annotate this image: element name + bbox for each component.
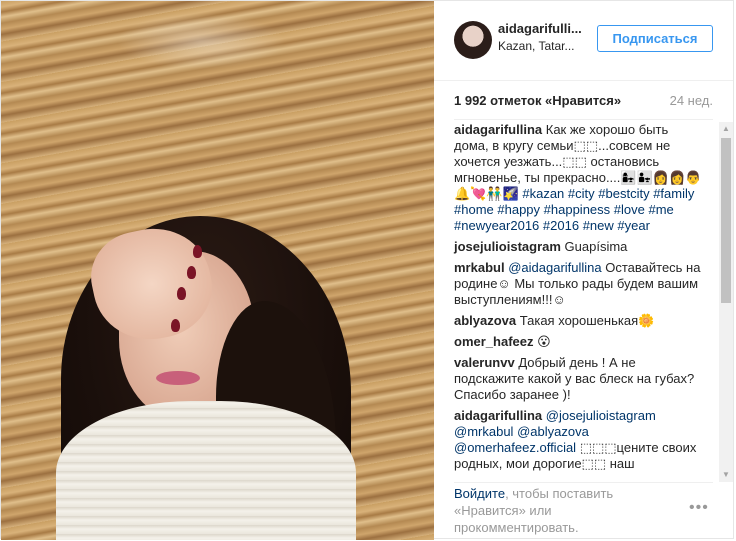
- comments-scrollbar[interactable]: ▲ ▼: [719, 122, 733, 482]
- post-photo[interactable]: [1, 1, 434, 540]
- mention-link[interactable]: @josejulioistagram: [546, 408, 656, 423]
- post-card: aidagarifulli... Kazan, Tatar... Подписа…: [0, 0, 734, 540]
- comment-username-link[interactable]: mrkabul: [454, 260, 505, 275]
- comment-username-link[interactable]: omer_hafeez: [454, 334, 533, 349]
- mention-link[interactable]: @mrkabul: [454, 424, 513, 439]
- hashtag-link[interactable]: #city: [568, 186, 595, 201]
- divider: [454, 119, 713, 120]
- comment-username-link[interactable]: valerunvv: [454, 355, 515, 370]
- comment-item: aidagarifullina Как же хорошо быть дома,…: [434, 122, 706, 234]
- hashtag-link[interactable]: #newyear2016: [454, 218, 539, 233]
- hashtag-link[interactable]: #love: [614, 202, 645, 217]
- post-time[interactable]: 24 нед.: [670, 93, 713, 108]
- follow-button[interactable]: Подписаться: [597, 25, 713, 52]
- comment-item: mrkabul @aidagarifullina Оставайтесь на …: [434, 260, 706, 308]
- comment-item: omer_hafeez 😮: [434, 334, 706, 350]
- likes-count[interactable]: 1 992 отметок «Нравится»: [454, 93, 621, 108]
- location-link[interactable]: Kazan, Tatar...: [498, 39, 575, 53]
- photo-nail: [171, 319, 180, 332]
- scroll-thumb[interactable]: [721, 138, 731, 303]
- hashtag-link[interactable]: #new: [583, 218, 614, 233]
- hashtag-link[interactable]: #year: [617, 218, 650, 233]
- login-link[interactable]: Войдите: [454, 486, 505, 501]
- comments-list[interactable]: aidagarifullina Как же хорошо быть дома,…: [434, 122, 719, 482]
- login-prompt: Войдите, чтобы поставить «Нравится» или …: [454, 485, 654, 536]
- mention-link[interactable]: @omerhafeez.official: [454, 440, 576, 455]
- hashtag-link[interactable]: #kazan: [522, 186, 564, 201]
- avatar[interactable]: [454, 21, 492, 59]
- hashtag-link[interactable]: #bestcity: [598, 186, 649, 201]
- comment-username-link[interactable]: aidagarifullina: [454, 408, 542, 423]
- comment-item: josejulioistagram Guapísima: [434, 239, 706, 255]
- comment-item: ablyazova Такая хорошенькая🌼: [434, 313, 706, 329]
- mention-link[interactable]: @aidagarifullina: [508, 260, 601, 275]
- comment-text: 😮: [533, 334, 551, 349]
- hashtag-link[interactable]: #2016: [543, 218, 579, 233]
- likes-row: 1 992 отметок «Нравится» 24 нед.: [434, 81, 733, 119]
- comment-username-link[interactable]: aidagarifullina: [454, 122, 542, 137]
- photo-lips: [156, 371, 200, 385]
- username-link[interactable]: aidagarifulli...: [498, 21, 582, 36]
- scroll-down-arrow-icon[interactable]: ▼: [719, 468, 733, 482]
- photo-nail: [177, 287, 186, 300]
- scroll-up-arrow-icon[interactable]: ▲: [719, 122, 733, 136]
- mention-link[interactable]: @ablyazova: [517, 424, 589, 439]
- comment-username-link[interactable]: ablyazova: [454, 313, 516, 328]
- hashtag-link[interactable]: #me: [648, 202, 673, 217]
- hashtag-link[interactable]: #happy: [497, 202, 540, 217]
- hashtag-link[interactable]: #happiness: [544, 202, 611, 217]
- post-header: aidagarifulli... Kazan, Tatar... Подписа…: [434, 1, 733, 81]
- photo-nail: [193, 245, 202, 258]
- comment-username-link[interactable]: josejulioistagram: [454, 239, 561, 254]
- photo-nail: [187, 266, 196, 279]
- comment-item: aidagarifullina @josejulioistagram @mrka…: [434, 408, 706, 472]
- comment-text: Такая хорошенькая🌼: [516, 313, 655, 328]
- more-options-icon[interactable]: •••: [689, 499, 709, 517]
- hashtag-link[interactable]: #home: [454, 202, 494, 217]
- comment-text: Guapísima: [560, 239, 628, 254]
- divider: [454, 482, 713, 483]
- comment-item: valerunvv Добрый день ! А не подскажите …: [434, 355, 706, 403]
- photo-sweater: [56, 401, 356, 540]
- hashtag-link[interactable]: #family: [653, 186, 694, 201]
